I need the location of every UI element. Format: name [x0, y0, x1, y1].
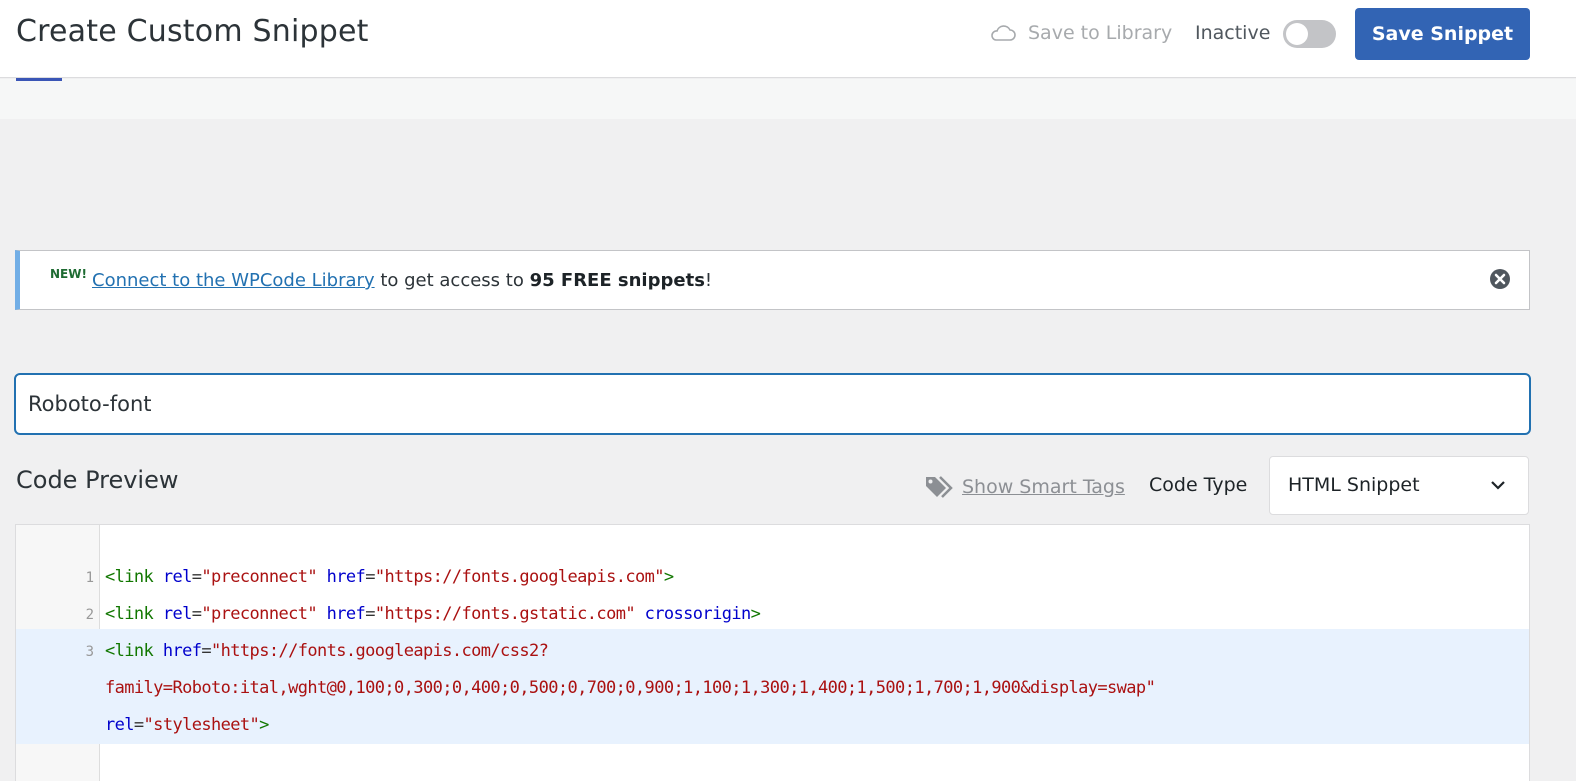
- code-token: "https://fonts.googleapis.com/css2?: [211, 641, 549, 661]
- active-tab-indicator: [16, 78, 62, 81]
- chevron-down-icon: [1491, 481, 1505, 490]
- code-token: =: [365, 567, 375, 587]
- code-token: href: [326, 604, 366, 624]
- code-text: <link rel="preconnect" href="https://fon…: [105, 567, 674, 587]
- code-token: <link: [105, 641, 154, 661]
- code-line[interactable]: 2 <link rel="preconnect" href="https://fo…: [16, 592, 1529, 629]
- top-bar: Create Custom Snippet Save to Library In…: [0, 0, 1576, 78]
- code-token: "preconnect": [201, 567, 317, 587]
- code-token: >: [750, 604, 761, 624]
- notice-text-end: !: [704, 270, 713, 291]
- code-line[interactable]: 3 <link href="https://fonts.googleapis.co…: [16, 629, 1529, 744]
- toggle-knob: [1286, 23, 1308, 45]
- code-token: rel: [162, 567, 193, 587]
- code-type-select[interactable]: HTML Snippet: [1269, 456, 1529, 515]
- code-token: =: [191, 604, 202, 624]
- code-token: rel: [105, 715, 135, 735]
- code-token: family=Roboto:ital,wght@0,100;0,300;0,40…: [105, 678, 1156, 698]
- code-type-value: HTML Snippet: [1288, 474, 1420, 496]
- cloud-icon: [991, 25, 1016, 41]
- notice-message: Connect to the WPCode Library to get acc…: [92, 270, 712, 291]
- active-toggle[interactable]: [1283, 20, 1336, 48]
- code-text: rel="stylesheet">: [105, 715, 269, 735]
- code-token: =: [365, 604, 375, 624]
- show-smart-tags-button[interactable]: Show Smart Tags: [924, 473, 1125, 501]
- page-title: Create Custom Snippet: [16, 14, 369, 49]
- code-token: "https://fonts.gstatic.com": [374, 604, 636, 624]
- save-to-library-label: Save to Library: [1028, 22, 1173, 44]
- code-token: href: [326, 567, 366, 587]
- save-snippet-button[interactable]: Save Snippet: [1355, 8, 1530, 60]
- code-text: family=Roboto:ital,wght@0,100;0,300;0,40…: [105, 678, 1156, 698]
- notice-text: to get access to: [374, 270, 530, 291]
- line-number: 1: [85, 570, 94, 586]
- status-label: Inactive: [1195, 22, 1271, 44]
- code-token: =: [133, 715, 144, 735]
- code-type-label: Code Type: [1149, 474, 1248, 496]
- code-token: crossorigin: [644, 604, 752, 624]
- code-token: rel: [162, 604, 193, 624]
- tag-icon: [926, 476, 953, 498]
- smart-tags-label: Show Smart Tags: [962, 476, 1125, 498]
- code-token: >: [259, 715, 269, 735]
- notice-bold-text: 95 FREE snippets: [529, 270, 705, 291]
- code-token: href: [162, 641, 202, 661]
- connect-library-link[interactable]: Connect to the WPCode Library: [92, 270, 375, 291]
- snippet-title-input[interactable]: [14, 373, 1531, 435]
- code-preview-heading: Code Preview: [16, 466, 179, 494]
- code-token: =: [191, 567, 202, 587]
- library-notice: NEW! Connect to the WPCode Library to ge…: [15, 250, 1530, 310]
- code-text: <link href="https://fonts.googleapis.com…: [105, 641, 549, 661]
- code-token: >: [663, 567, 674, 587]
- code-text: <link rel="preconnect" href="https://fon…: [105, 604, 761, 624]
- line-number: 2: [85, 607, 94, 623]
- code-token: "preconnect": [201, 604, 317, 624]
- code-token: "stylesheet": [143, 715, 260, 735]
- code-token: =: [201, 641, 212, 661]
- code-token: <link: [105, 604, 154, 624]
- sub-navigation: [0, 79, 1576, 119]
- code-token: "https://fonts.googleapis.com": [374, 567, 665, 587]
- code-line[interactable]: 1 <link rel="preconnect" href="https://fo…: [16, 555, 1529, 592]
- new-badge: NEW!: [50, 267, 87, 281]
- code-token: <link: [105, 567, 154, 587]
- close-circle-icon[interactable]: [1489, 268, 1511, 290]
- save-to-library-button[interactable]: Save to Library: [990, 22, 1172, 44]
- code-editor[interactable]: 1 <link rel="preconnect" href="https://fo…: [15, 524, 1530, 781]
- line-number: 3: [85, 644, 94, 660]
